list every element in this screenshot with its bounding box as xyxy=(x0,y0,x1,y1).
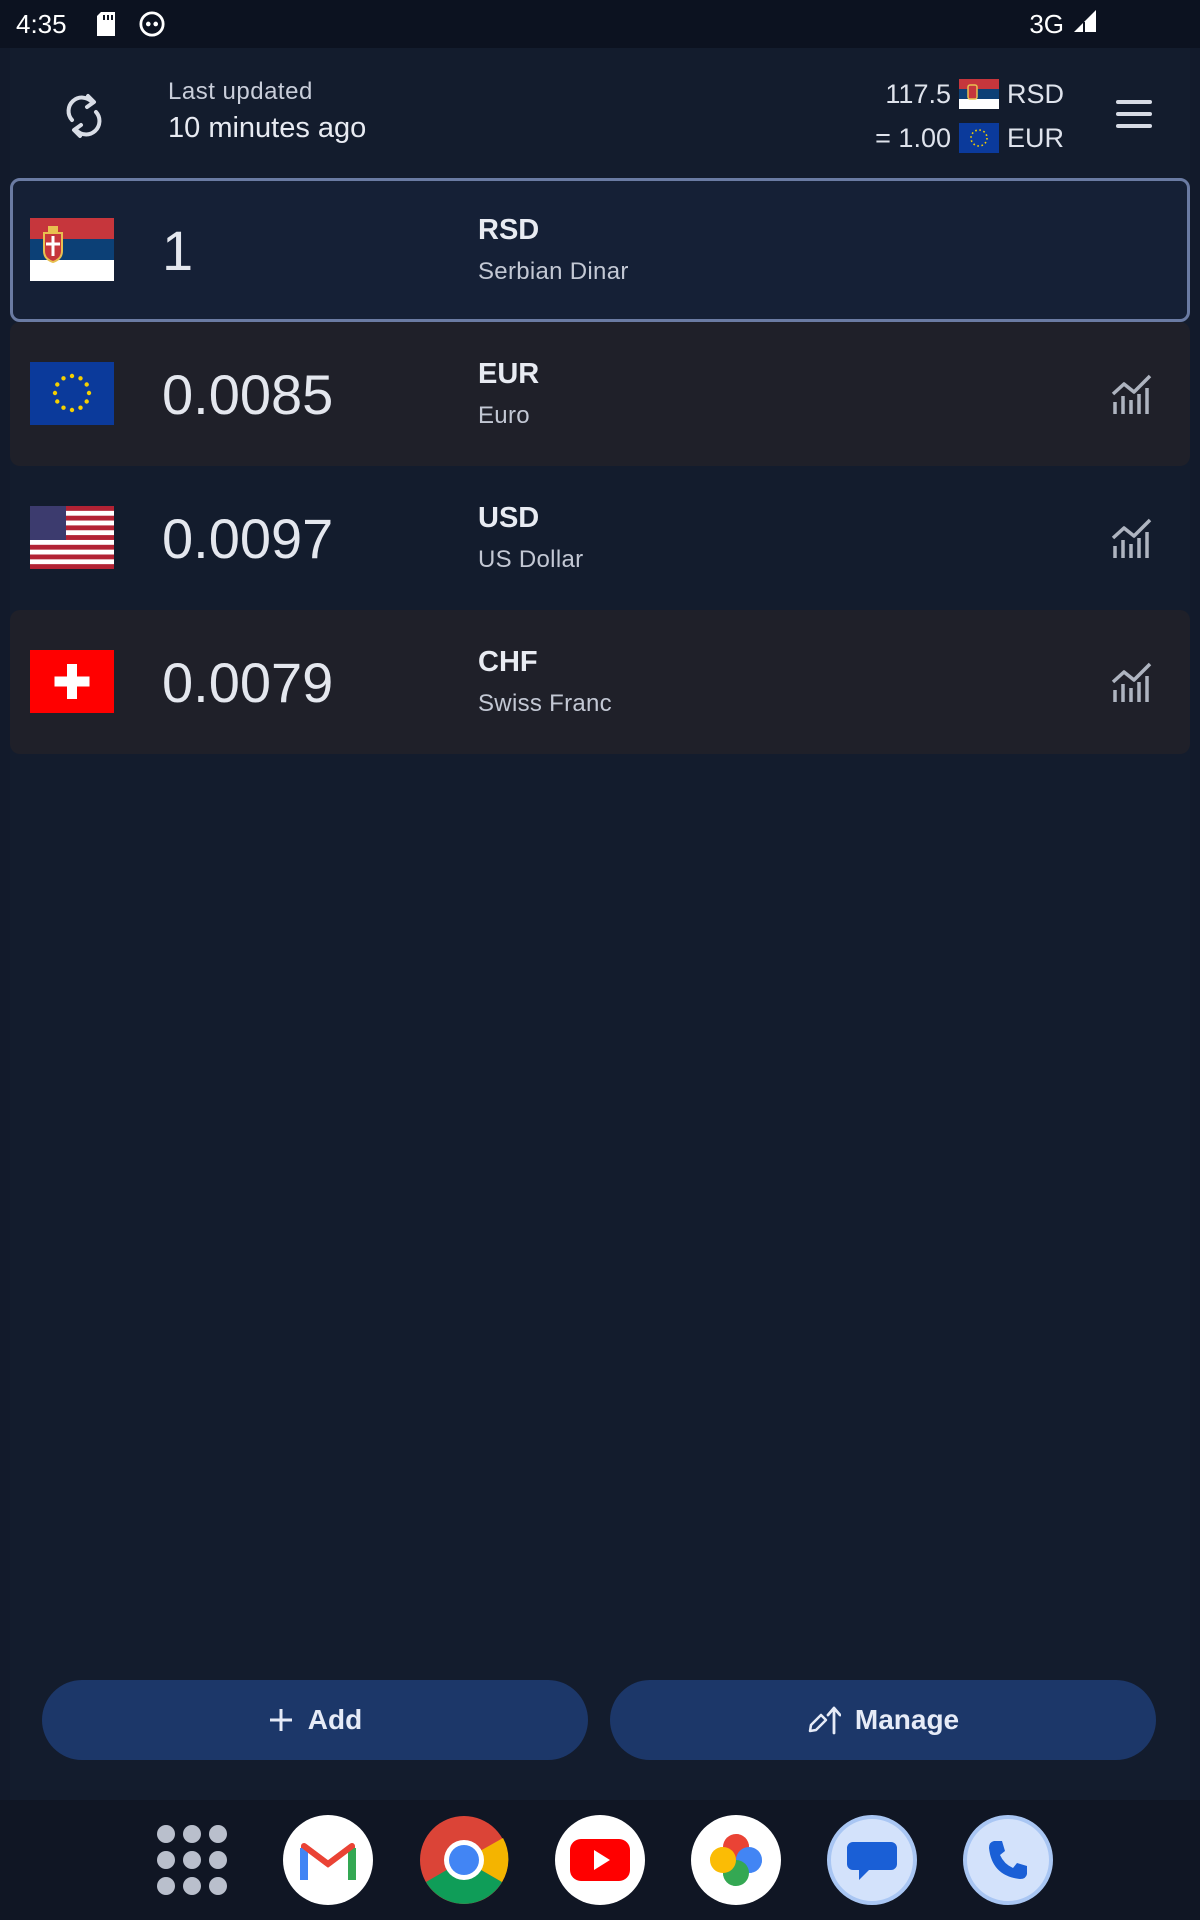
edit-sort-icon xyxy=(808,1706,841,1735)
last-updated-label: Last updated xyxy=(168,78,313,105)
eu-flag-icon xyxy=(30,362,114,425)
plus-icon xyxy=(269,1709,292,1731)
rate-bottom-code: EUR xyxy=(1006,122,1064,153)
menu-icon xyxy=(1116,100,1152,104)
network-type: 3G xyxy=(1029,8,1064,39)
currency-row-chf[interactable]: 0.0079 CHF Swiss Franc xyxy=(10,610,1190,754)
rate-top-code: RSD xyxy=(1006,78,1064,109)
serbia-flag-icon xyxy=(958,79,999,109)
sd-card-icon xyxy=(93,10,119,38)
rate-bottom-value: = 1.00 xyxy=(875,122,951,153)
gmail-icon[interactable] xyxy=(283,1815,373,1905)
chart-icon[interactable] xyxy=(1110,516,1154,560)
serbia-flag-icon xyxy=(30,218,114,281)
converted-amount[interactable]: 0.0079 xyxy=(162,650,333,715)
status-bar: 4:35 3G xyxy=(0,0,1200,48)
currency-code: USD xyxy=(478,502,540,534)
manage-button-label: Manage xyxy=(854,1704,960,1735)
app-dock xyxy=(0,1800,1200,1920)
converted-amount[interactable]: 0.0085 xyxy=(162,362,333,427)
messages-icon[interactable] xyxy=(827,1815,917,1905)
currency-list: 1 RSD Serbian Dinar 0.0085 EUR Euro 0.00… xyxy=(10,178,1190,754)
currency-name: US Dollar xyxy=(478,546,584,573)
amount-input[interactable]: 1 xyxy=(162,218,193,283)
chart-icon[interactable] xyxy=(1110,660,1154,704)
photos-icon[interactable] xyxy=(691,1815,781,1905)
phone-icon[interactable] xyxy=(963,1815,1053,1905)
status-time: 4:35 xyxy=(16,8,67,39)
rate-top-value: 117.5 xyxy=(885,78,951,109)
currency-row-eur[interactable]: 0.0085 EUR Euro xyxy=(10,322,1190,466)
refresh-button[interactable] xyxy=(56,88,112,144)
currency-name: Swiss Franc xyxy=(478,690,612,717)
chart-icon[interactable] xyxy=(1110,372,1154,416)
exchange-rate-summary[interactable]: 117.5 RSD = 1.00 EUR xyxy=(844,72,1064,160)
signal-icon xyxy=(1072,8,1098,41)
currency-app: Last updated 10 minutes ago 117.5 RSD = … xyxy=(10,48,1190,1800)
cat-face-icon xyxy=(139,10,165,38)
action-bar: Add Manage xyxy=(10,1680,1190,1760)
currency-code: CHF xyxy=(478,646,538,678)
last-updated-value: 10 minutes ago xyxy=(168,112,367,144)
currency-row-rsd[interactable]: 1 RSD Serbian Dinar xyxy=(10,178,1190,322)
chrome-icon[interactable] xyxy=(419,1815,509,1905)
currency-name: Serbian Dinar xyxy=(478,258,629,285)
add-button[interactable]: Add xyxy=(42,1680,588,1760)
menu-button[interactable] xyxy=(1112,94,1156,134)
currency-name: Euro xyxy=(478,402,530,429)
us-flag-icon xyxy=(30,506,114,569)
currency-code: RSD xyxy=(478,214,540,246)
refresh-icon xyxy=(66,94,102,138)
currency-row-usd[interactable]: 0.0097 USD US Dollar xyxy=(10,466,1190,610)
currency-code: EUR xyxy=(478,358,540,390)
eu-flag-icon xyxy=(958,123,999,153)
converted-amount[interactable]: 0.0097 xyxy=(162,506,333,571)
manage-button[interactable]: Manage xyxy=(610,1680,1156,1760)
apps-grid-icon[interactable] xyxy=(147,1815,237,1905)
swiss-flag-icon xyxy=(30,650,114,713)
youtube-icon[interactable] xyxy=(555,1815,645,1905)
add-button-label: Add xyxy=(307,1704,363,1735)
header: Last updated 10 minutes ago 117.5 RSD = … xyxy=(10,48,1190,178)
